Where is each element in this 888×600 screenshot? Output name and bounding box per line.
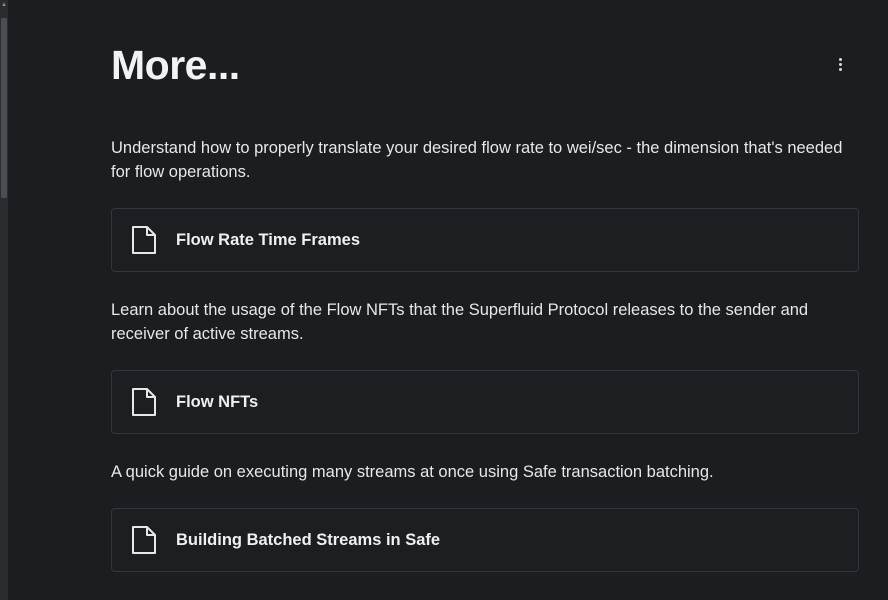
link-card-building-batched-streams[interactable]: Building Batched Streams in Safe bbox=[111, 508, 859, 572]
section-description: A quick guide on executing many streams … bbox=[111, 463, 714, 481]
more-options-button[interactable] bbox=[826, 52, 854, 76]
card-title: Building Batched Streams in Safe bbox=[176, 530, 441, 549]
card-title: Flow Rate Time Frames bbox=[176, 230, 361, 249]
scroll-up-arrow-icon[interactable]: ▲ bbox=[0, 0, 8, 10]
document-icon bbox=[129, 523, 159, 557]
document-icon bbox=[129, 223, 159, 257]
scrollbar-thumb[interactable] bbox=[1, 18, 7, 198]
section-description: Understand how to properly translate you… bbox=[111, 139, 843, 181]
kebab-menu-icon bbox=[838, 57, 842, 61]
scrollbar-track[interactable]: ▲ bbox=[0, 0, 8, 600]
link-card-flow-nfts[interactable]: Flow NFTs bbox=[111, 370, 859, 434]
card-title: Flow NFTs bbox=[176, 392, 259, 411]
kebab-dot bbox=[838, 67, 842, 71]
link-card-flow-rate-time-frames[interactable]: Flow Rate Time Frames bbox=[111, 208, 859, 272]
section-description: Learn about the usage of the Flow NFTs t… bbox=[111, 301, 809, 343]
page-title: More... bbox=[111, 42, 240, 88]
document-icon bbox=[129, 385, 159, 419]
kebab-dot bbox=[838, 62, 842, 66]
